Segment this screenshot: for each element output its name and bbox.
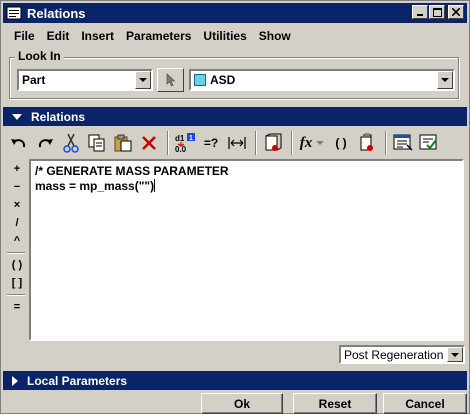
relations-section-header[interactable]: Relations [3, 107, 467, 126]
menu-insert[interactable]: Insert [76, 29, 119, 43]
local-parameters-label: Local Parameters [27, 373, 128, 388]
model-select[interactable]: ASD [189, 69, 455, 91]
operator-palette: + − × / ^ ( ) [ ] = [7, 161, 27, 341]
window-title: Relations [27, 5, 86, 21]
close-button[interactable] [448, 5, 464, 19]
reset-button[interactable]: Reset [293, 393, 377, 414]
regeneration-select[interactable]: Post Regeneration [339, 345, 465, 364]
verify-check-icon[interactable] [417, 131, 441, 155]
redo-icon[interactable] [33, 131, 57, 155]
cut-icon[interactable] [59, 131, 83, 155]
part-icon [194, 74, 206, 86]
menu-bar: File Edit Insert Parameters Utilities Sh… [3, 25, 467, 47]
svg-text:1: 1 [189, 135, 193, 142]
expand-triangle-icon [12, 375, 18, 386]
delete-icon[interactable] [137, 131, 161, 155]
insert-function-button[interactable]: fx [297, 131, 327, 155]
plus-operator-button[interactable]: + [7, 161, 27, 177]
editor-line: /* GENERATE MASS PARAMETER [35, 164, 229, 178]
chevron-down-icon[interactable] [437, 71, 453, 89]
paste-icon[interactable] [111, 131, 135, 155]
minimize-button[interactable] [412, 5, 428, 19]
maximize-button[interactable] [429, 5, 445, 19]
menu-utilities[interactable]: Utilities [198, 29, 251, 43]
look-in-label: Look In [15, 49, 64, 63]
type-select-value: Part [22, 73, 46, 87]
menu-show[interactable]: Show [254, 29, 296, 43]
relations-section-label: Relations [31, 109, 86, 124]
svg-text:d1: d1 [175, 134, 185, 143]
collapse-triangle-icon [12, 113, 22, 120]
regeneration-select-value: Post Regeneration [344, 347, 444, 362]
menu-file[interactable]: File [9, 29, 40, 43]
brackets-operator-button[interactable]: [ ] [7, 275, 27, 291]
relations-toolbar: d1 1 0.0 =? fx ( ) [7, 128, 465, 158]
title-bar[interactable]: Relations [3, 3, 467, 23]
copy-icon[interactable] [85, 131, 109, 155]
multiply-operator-button[interactable]: × [7, 197, 27, 213]
type-select[interactable]: Part [17, 69, 153, 91]
power-operator-button[interactable]: ^ [7, 233, 27, 249]
select-model-button[interactable] [157, 68, 184, 92]
editor-line: mass = mp_mass("") [35, 179, 156, 193]
menu-edit[interactable]: Edit [42, 29, 75, 43]
cursor-arrow-icon [166, 73, 175, 87]
evaluate-expression-button[interactable]: =? [199, 131, 223, 155]
undo-icon[interactable] [7, 131, 31, 155]
relations-window: Relations File Edit Insert Parameters Ut… [0, 0, 470, 414]
local-parameters-section-header[interactable]: Local Parameters [3, 371, 467, 390]
parentheses-operator-button[interactable]: ( ) [7, 257, 27, 273]
chevron-down-icon[interactable] [447, 347, 463, 362]
menu-parameters[interactable]: Parameters [121, 29, 196, 43]
show-parameters-icon[interactable] [391, 131, 415, 155]
equals-operator-button[interactable]: = [7, 299, 27, 315]
app-icon [6, 5, 22, 21]
model-select-value: ASD [210, 73, 236, 87]
switch-dimensions-icon[interactable]: d1 1 0.0 [173, 131, 197, 155]
cancel-button[interactable]: Cancel [383, 393, 467, 414]
insert-parentheses-button[interactable]: ( ) [329, 131, 353, 155]
divide-operator-button[interactable]: / [7, 215, 27, 231]
relations-editor[interactable]: /* GENERATE MASS PARAMETER mass = mp_mas… [29, 159, 464, 341]
unit-sensitivity-icon[interactable] [355, 131, 379, 155]
sort-relations-icon[interactable] [225, 131, 249, 155]
chevron-down-icon[interactable] [135, 71, 151, 89]
minus-operator-button[interactable]: − [7, 179, 27, 195]
text-caret [154, 179, 156, 192]
ok-button[interactable]: Ok [201, 393, 283, 414]
verify-relations-icon[interactable] [261, 131, 285, 155]
